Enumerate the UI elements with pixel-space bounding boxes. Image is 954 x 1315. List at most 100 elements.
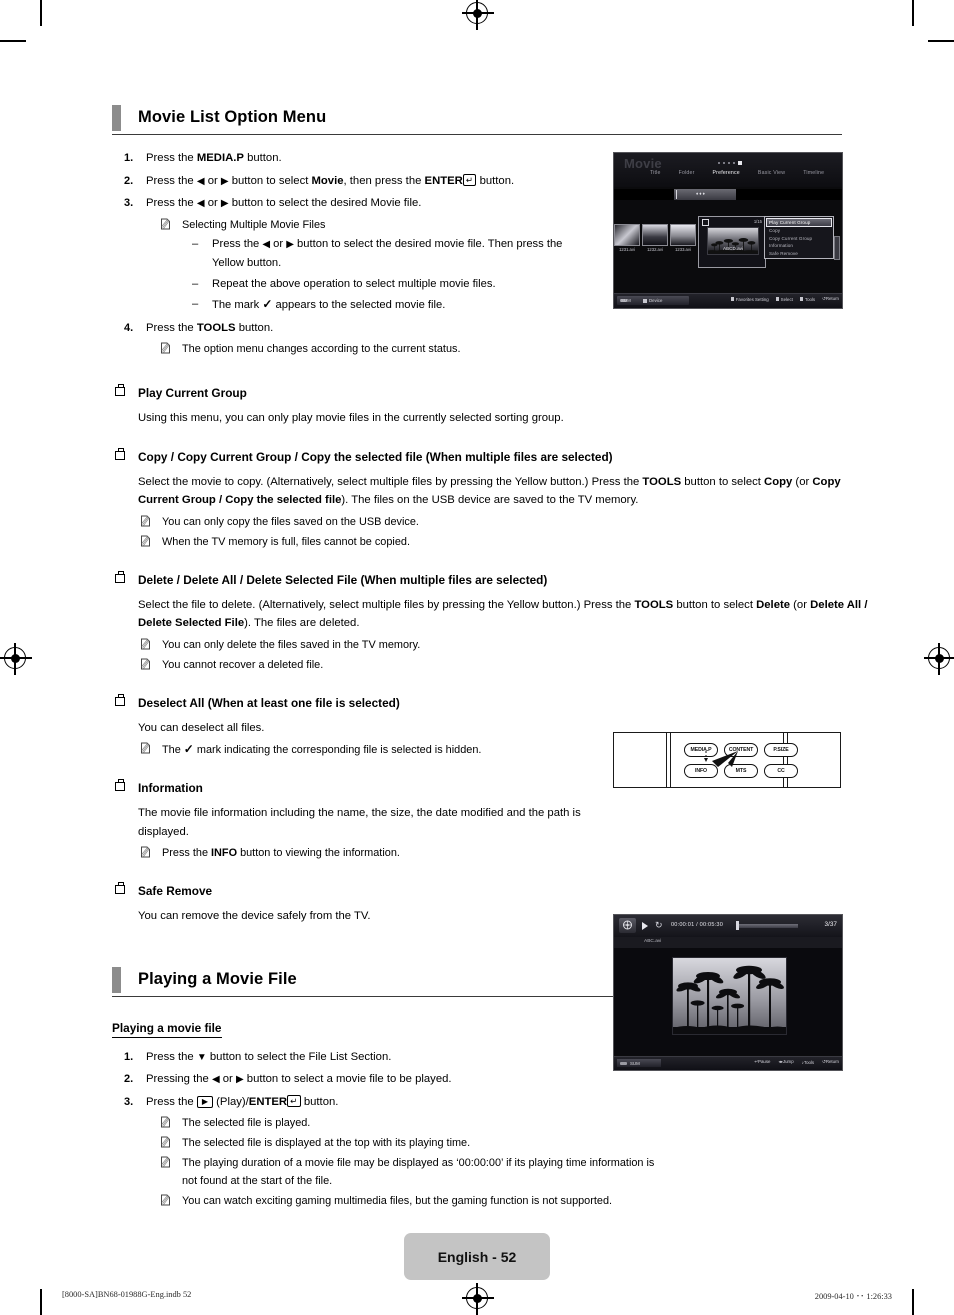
video-frame: [672, 957, 787, 1035]
context-menu[interactable]: Play Current Group Copy Copy Current Gro…: [764, 216, 834, 260]
option-heading: Play Current Group: [112, 384, 842, 402]
menu-item-play-current-group[interactable]: Play Current Group: [766, 218, 832, 228]
option-body: Select the file to delete. (Alternativel…: [138, 598, 868, 630]
footer-action-favorites[interactable]: Favorites Setting: [730, 297, 769, 302]
sub-heading: Playing a movie file: [112, 1021, 222, 1038]
step-item: 3. Press the ◀ or ▶ button to select the…: [112, 194, 582, 316]
page-title: Movie List Option Menu: [138, 108, 327, 126]
thumbnail-image: [614, 224, 640, 246]
thumbnail-image: [670, 224, 696, 246]
footer-action-tools[interactable]: Tools: [799, 297, 815, 302]
thumbnail-label: 1231.avi: [619, 247, 635, 252]
note-pencil-icon: [140, 658, 151, 670]
note-text: You can watch exciting gaming multimedia…: [182, 1195, 613, 1207]
option-heading-text: Safe Remove: [138, 884, 213, 898]
palm-trees-silhouette-icon: [673, 958, 786, 1034]
footer-action-pause[interactable]: ↵Pause: [754, 1059, 770, 1065]
heading-accent-bar: [112, 966, 121, 993]
selection-checkbox[interactable]: [702, 219, 709, 226]
option-heading: Safe Remove: [112, 882, 842, 900]
option-heading-text: Copy / Copy Current Group / Copy the sel…: [138, 449, 613, 464]
note-pencil-icon: [140, 535, 151, 547]
tab-timeline[interactable]: Timeline: [803, 170, 824, 176]
dash-item: – Repeat the above operation to select m…: [192, 275, 582, 295]
movie-list-screenshot: Movie Title Folder Preference Basic View…: [613, 152, 843, 309]
thumbnail-item[interactable]: 1232.avi: [642, 224, 668, 252]
red-key-icon: [620, 1061, 627, 1065]
player-file-name-bar: ABC.avi: [614, 937, 842, 948]
scrollbar[interactable]: [834, 236, 840, 260]
step-text: Press the ◀ or ▶ button to select Movie,…: [146, 173, 515, 187]
thumbnail-item[interactable]: 1233.avi: [670, 224, 696, 252]
step-text: Press the MEDIA.P button.: [146, 152, 282, 164]
square-bullet-icon: [115, 693, 125, 706]
note-pencil-icon: [160, 1156, 171, 1168]
tab-basic-view[interactable]: Basic View: [758, 170, 785, 176]
dash-text: Press the ◀ or ▶ button to select the de…: [212, 237, 563, 270]
footer-timestamp: 2009-04-10 ･･ 1:26:33: [814, 1292, 892, 1301]
option-heading: Copy / Copy Current Group / Copy the sel…: [112, 447, 842, 466]
footer-action-select[interactable]: Select: [775, 297, 793, 302]
movie-list-stage: 1231.avi 1232.avi 1233.avi 1/15 ABCD.avi…: [614, 200, 842, 285]
remote-divider-right-2: [783, 733, 784, 787]
selected-file-header: 1/15: [699, 217, 765, 226]
option-body: The movie file information including the…: [138, 807, 581, 838]
note-text: The selected file is played.: [182, 1117, 311, 1129]
progress-handle[interactable]: [736, 921, 739, 930]
menu-item-information[interactable]: Information: [766, 242, 832, 249]
remote-divider-left: [666, 733, 667, 787]
note-pencil-icon: [160, 342, 171, 354]
note-pencil-icon: [160, 1116, 171, 1128]
option-heading: Delete / Delete All / Delete Selected Fi…: [112, 570, 842, 589]
note-line: You cannot recover a deleted file.: [138, 656, 842, 674]
progress-bar[interactable]: [736, 921, 798, 930]
selected-file-panel[interactable]: 1/15 ABCD.avi: [698, 216, 766, 268]
note-line: When the TV memory is full, files cannot…: [138, 533, 842, 551]
page-dots: [718, 161, 742, 165]
dash-marker: –: [192, 298, 199, 310]
note-line: Press the INFO button to viewing the inf…: [138, 844, 842, 862]
menu-item-copy-current-group[interactable]: Copy Current Group: [766, 235, 832, 242]
option-block-information: Information The movie file information i…: [112, 779, 842, 862]
thumbnail-item[interactable]: 1231.avi: [614, 224, 640, 252]
movie-list-tabs: Title Folder Preference Basic View Timel…: [650, 170, 824, 176]
movie-player-screenshot: ↻ 00:00:01 / 00:05:30 3/37 ABC.avi SUM ↵…: [613, 914, 843, 1071]
square-bullet-icon: [115, 570, 125, 583]
step-number: 3.: [124, 197, 134, 209]
sort-chip-label: ♦♦♦: [696, 191, 706, 196]
note-line: The playing duration of a movie file may…: [158, 1154, 662, 1190]
note-pencil-icon: [160, 218, 171, 230]
tab-title[interactable]: Title: [650, 170, 661, 176]
footer-action-return[interactable]: ↺Return: [822, 1059, 839, 1065]
remote-button-cc[interactable]: CC: [764, 764, 798, 778]
step-item: 2. Press the ◀ or ▶ button to select Mov…: [112, 172, 582, 192]
thumbnail-image: [642, 224, 668, 246]
remote-control-diagram: MEDIA.P CONTENT P.SIZE INFO MTS CC: [613, 732, 841, 788]
dash-text: The mark ✓ appears to the selected movie…: [212, 297, 446, 311]
sort-chip[interactable]: ♦♦♦: [674, 189, 736, 200]
step-text: Press the ◀ or ▶ button to select the de…: [146, 197, 422, 209]
menu-item-copy[interactable]: Copy: [766, 227, 832, 234]
note-text: Press the INFO button to viewing the inf…: [162, 847, 400, 859]
selected-file-preview: ABCD.avi: [707, 227, 759, 255]
step-item: 3. Press the ▶ (Play)/ENTER ↵ button. The…: [112, 1093, 654, 1211]
player-video-area: [614, 948, 842, 1055]
selection-counter: 1/15: [753, 218, 762, 224]
footer-action-jump[interactable]: ◂▸Jump: [779, 1059, 794, 1065]
menu-item-safe-remove[interactable]: Safe Remove: [766, 250, 832, 257]
footer-device-pill: SUM Device: [617, 296, 689, 305]
note-pencil-icon: [140, 638, 151, 650]
note-pencil-icon: [140, 846, 151, 858]
tab-preference[interactable]: Preference: [713, 170, 740, 176]
note-line: You can only delete the files saved in t…: [138, 636, 842, 654]
note-text: The selected file is displayed at the to…: [182, 1137, 471, 1149]
option-block-delete: Delete / Delete All / Delete Selected Fi…: [112, 570, 867, 674]
tab-folder[interactable]: Folder: [679, 170, 695, 176]
step-text: Pressing the ◀ or ▶ button to select a m…: [146, 1073, 452, 1085]
remote-button-psize[interactable]: P.SIZE: [764, 743, 798, 757]
footer-sum-pill: SUM: [617, 1059, 661, 1067]
sort-cursor: [676, 190, 677, 199]
footer-action-return[interactable]: ↺Return: [822, 296, 839, 302]
footer-action-tools[interactable]: ♪Tools: [802, 1060, 814, 1065]
note-text: You can only delete the files saved in t…: [162, 638, 421, 651]
